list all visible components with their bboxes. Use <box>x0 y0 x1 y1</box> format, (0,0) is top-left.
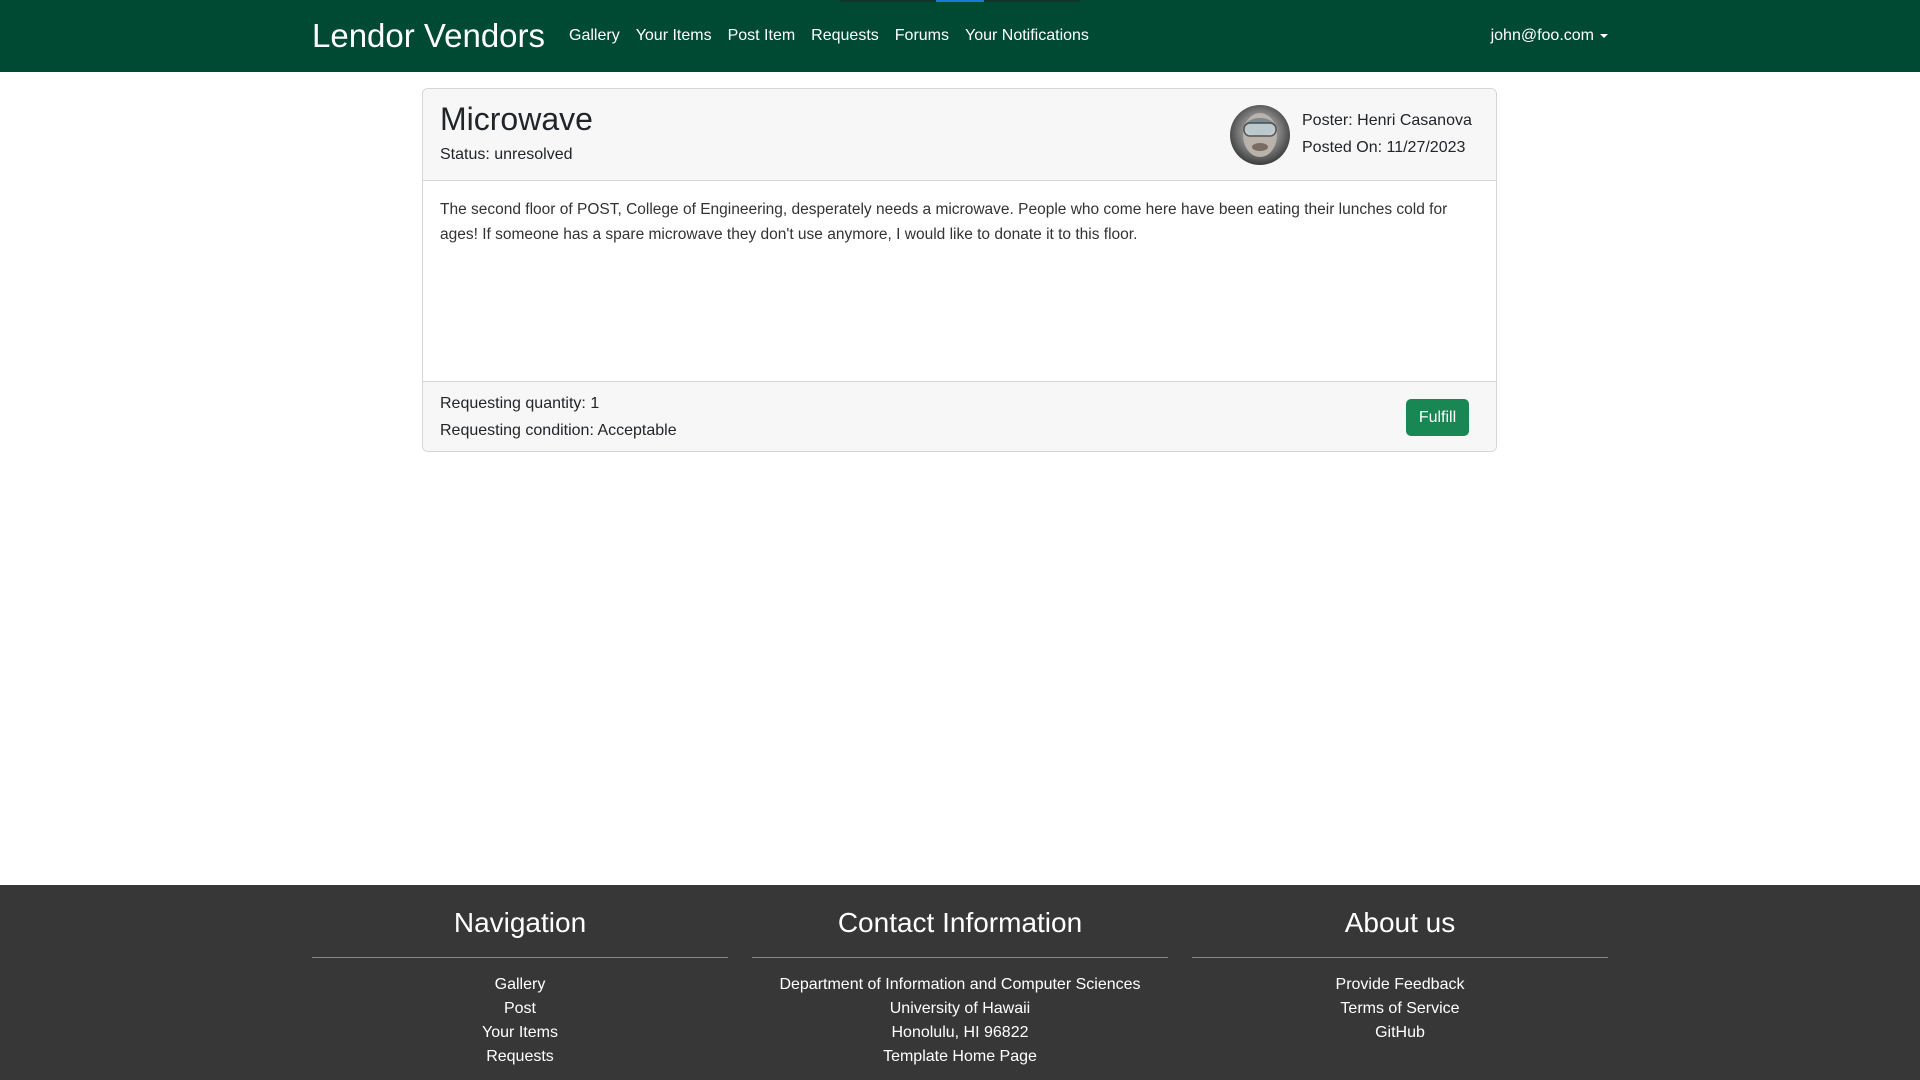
nav-link-your-notifications[interactable]: Your Notifications <box>965 27 1089 45</box>
footer-divider <box>1192 957 1608 958</box>
footer-link-requests[interactable]: Requests <box>312 1045 728 1069</box>
contact-university: University of Hawaii <box>889 1000 1031 1017</box>
posted-date: Posted On: 11/27/2023 <box>1302 139 1466 156</box>
request-card-body: The second floor of POST, College of Eng… <box>423 181 1496 381</box>
poster-meta: Poster: Henri Casanova Posted On: 11/27/… <box>1302 107 1472 161</box>
poster-name: Poster: Henri Casanova <box>1302 112 1472 129</box>
user-dropdown[interactable]: john@foo.com <box>1491 27 1608 45</box>
footer-link-template-home[interactable]: Template Home Page <box>752 1045 1168 1069</box>
footer-contact: Contact Information Department of Inform… <box>752 885 1168 1069</box>
fulfill-button[interactable]: Fulfill <box>1406 399 1469 436</box>
footer-link-post[interactable]: Post <box>312 997 728 1021</box>
request-card-footer: Requesting quantity: 1 Requesting condit… <box>423 381 1496 451</box>
footer-navigation-title: Navigation <box>453 907 587 938</box>
footer-link-github[interactable]: GitHub <box>1192 1021 1608 1045</box>
requesting-condition: Requesting condition: Acceptable <box>440 422 677 439</box>
avatar-portrait-icon <box>1243 113 1277 157</box>
contact-department: Department of Information and Computer S… <box>779 976 1141 993</box>
nav-link-your-items[interactable]: Your Items <box>636 27 712 45</box>
page-footer: Navigation Gallery Post Your Items Reque… <box>0 885 1920 1080</box>
footer-contact-title: Contact Information <box>837 907 1083 938</box>
footer-link-feedback[interactable]: Provide Feedback <box>1192 973 1608 997</box>
footer-navigation: Navigation Gallery Post Your Items Reque… <box>312 885 728 1069</box>
user-email: john@foo.com <box>1490 27 1594 44</box>
footer-link-terms[interactable]: Terms of Service <box>1192 997 1608 1021</box>
request-details: Requesting quantity: 1 Requesting condit… <box>440 390 677 444</box>
request-status: Status: unresolved <box>440 146 573 163</box>
footer-link-your-items[interactable]: Your Items <box>312 1021 728 1045</box>
brand-logo[interactable]: Lendor Vendors <box>312 17 545 55</box>
request-description: The second floor of POST, College of Eng… <box>440 201 1448 243</box>
caret-down-icon <box>1600 34 1608 38</box>
poster-avatar <box>1230 105 1290 165</box>
nav-link-forums[interactable]: Forums <box>895 27 949 45</box>
top-navbar: Lendor Vendors Gallery Your Items Post I… <box>0 0 1920 72</box>
footer-about: About us Provide Feedback Terms of Servi… <box>1192 885 1608 1045</box>
nav-link-requests[interactable]: Requests <box>811 27 879 45</box>
requesting-quantity: Requesting quantity: 1 <box>440 395 600 412</box>
footer-about-title: About us <box>1344 907 1456 938</box>
request-card-header: Microwave Status: unresolved Poster: Hen… <box>423 89 1496 181</box>
nav-link-post-item[interactable]: Post Item <box>728 27 796 45</box>
nav-links: Gallery Your Items Post Item Requests Fo… <box>569 27 1089 45</box>
footer-link-gallery[interactable]: Gallery <box>312 973 728 997</box>
request-title: Microwave <box>440 101 593 137</box>
contact-address: Honolulu, HI 96822 <box>891 1024 1029 1041</box>
request-card: Microwave Status: unresolved Poster: Hen… <box>422 88 1497 452</box>
footer-divider <box>752 957 1168 958</box>
footer-divider <box>312 957 728 958</box>
nav-link-gallery[interactable]: Gallery <box>569 27 620 45</box>
